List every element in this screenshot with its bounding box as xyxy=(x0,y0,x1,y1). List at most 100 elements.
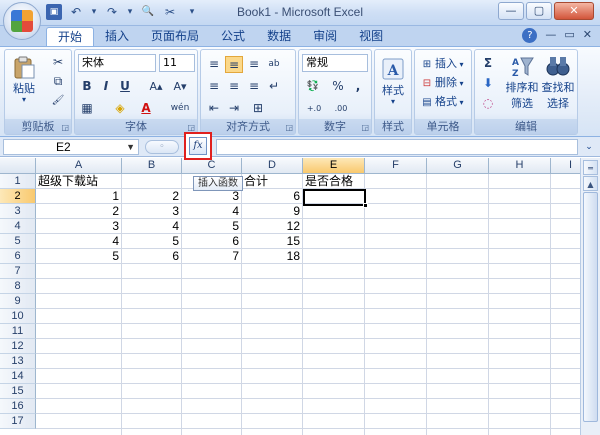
grow-font-button[interactable]: A▴ xyxy=(145,78,167,95)
cell-e3-total[interactable]: 9 xyxy=(242,204,302,219)
autosum-icon[interactable]: Σ xyxy=(479,55,497,72)
column-header-e[interactable]: E xyxy=(303,158,365,174)
styles-button[interactable]: A 样式 ▾ xyxy=(378,56,408,106)
office-button[interactable] xyxy=(3,2,41,40)
column-header-c[interactable]: C xyxy=(182,158,242,174)
row-header-1[interactable]: 1 xyxy=(0,174,36,189)
percent-button[interactable]: % xyxy=(329,78,347,95)
bold-button[interactable]: B xyxy=(78,78,96,95)
restore-workbook-button[interactable]: ▭ xyxy=(564,28,574,43)
scroll-up-icon[interactable]: ▲ xyxy=(583,176,598,191)
decrease-indent-button[interactable]: ⇤ xyxy=(205,100,223,117)
cell-d5[interactable]: 6 xyxy=(182,234,241,249)
minimize-workbook-button[interactable]: — xyxy=(545,28,556,43)
sort-filter-button[interactable]: A Z 排序和 筛选 xyxy=(505,53,539,111)
row-header-6[interactable]: 6 xyxy=(0,249,36,264)
format-cells-button[interactable]: ▤ 格式 ▾ xyxy=(419,93,463,111)
cell-b5[interactable]: 4 xyxy=(36,234,121,249)
italic-button[interactable]: I xyxy=(97,78,115,95)
cell-e6-total[interactable]: 18 xyxy=(242,249,302,264)
column-header-h[interactable]: H xyxy=(489,158,551,174)
alignment-dialog-launcher-icon[interactable]: ◲ xyxy=(285,123,293,132)
cell-c6[interactable]: 6 xyxy=(122,249,181,264)
border-icon[interactable]: ▦ xyxy=(78,100,96,117)
insert-function-button[interactable]: fx xyxy=(184,132,212,160)
increase-decimal-button[interactable]: +.0 xyxy=(302,100,326,117)
cut-icon[interactable]: ✂ xyxy=(49,54,67,71)
font-size-dropdown[interactable]: 11 xyxy=(159,54,195,72)
column-header-g[interactable]: G xyxy=(427,158,489,174)
font-dialog-launcher-icon[interactable]: ◲ xyxy=(187,123,195,132)
cell-e2-total[interactable]: 6 xyxy=(242,189,302,204)
insert-cells-button[interactable]: ⊞ 插入 ▾ xyxy=(419,55,464,73)
merge-center-button[interactable]: ⊞ xyxy=(249,100,267,117)
column-header-i[interactable]: I xyxy=(551,158,580,174)
formula-input[interactable] xyxy=(216,139,578,155)
column-header-f[interactable]: F xyxy=(365,158,427,174)
restore-window-button[interactable]: ▢ xyxy=(526,2,552,20)
cell-c2[interactable]: 2 xyxy=(122,189,181,204)
underline-button[interactable]: U xyxy=(116,78,134,95)
row-header-14[interactable]: 14 xyxy=(0,369,36,384)
tab-view[interactable]: 视图 xyxy=(348,27,394,46)
font-color-icon[interactable]: A xyxy=(137,100,155,117)
align-top-button[interactable]: ≡ xyxy=(205,56,223,73)
cell-d6[interactable]: 7 xyxy=(182,249,241,264)
scroll-split-icon[interactable]: ═ xyxy=(583,160,598,175)
align-bottom-button[interactable]: ≡ xyxy=(245,56,263,73)
tab-data[interactable]: 数据 xyxy=(256,27,302,46)
tab-insert[interactable]: 插入 xyxy=(94,27,140,46)
delete-cells-button[interactable]: ⊟ 删除 ▾ xyxy=(419,74,464,92)
row-header-13[interactable]: 13 xyxy=(0,354,36,369)
close-window-button[interactable]: ✕ xyxy=(554,2,594,20)
help-icon[interactable]: ? xyxy=(522,28,538,43)
cell-b6[interactable]: 5 xyxy=(36,249,121,264)
name-box[interactable]: E2 ▼ xyxy=(3,139,139,155)
row-header-10[interactable]: 10 xyxy=(0,309,36,324)
cell-e4-total[interactable]: 12 xyxy=(242,219,302,234)
align-middle-button[interactable]: ≡ xyxy=(225,56,243,73)
paste-button[interactable]: 粘贴 ▾ xyxy=(9,54,39,104)
tab-home[interactable]: 开始 xyxy=(46,27,95,47)
column-header-a[interactable]: A xyxy=(36,158,122,174)
cell-e5-total[interactable]: 15 xyxy=(242,234,302,249)
format-painter-icon[interactable]: 🖌 xyxy=(49,92,67,109)
cell-c4[interactable]: 4 xyxy=(122,219,181,234)
row-header-5[interactable]: 5 xyxy=(0,234,36,249)
increase-indent-button[interactable]: ⇥ xyxy=(225,100,243,117)
number-dialog-launcher-icon[interactable]: ◲ xyxy=(361,123,369,132)
row-header-12[interactable]: 12 xyxy=(0,339,36,354)
fill-handle[interactable] xyxy=(363,203,368,208)
cell-c3[interactable]: 3 xyxy=(122,204,181,219)
fill-icon[interactable]: ⬇ xyxy=(479,75,497,92)
formula-bar-splitter[interactable]: ◦ xyxy=(145,140,179,154)
number-format-dropdown[interactable]: 常规 xyxy=(302,54,368,72)
column-header-d[interactable]: D xyxy=(242,158,303,174)
currency-icon[interactable]: 💱 xyxy=(302,78,324,95)
select-all-button[interactable] xyxy=(0,158,36,174)
expand-formula-bar-icon[interactable]: ⌄ xyxy=(582,139,596,155)
orientation-button[interactable]: ab xyxy=(265,56,283,73)
fill-color-icon[interactable]: ◈ xyxy=(111,100,129,117)
cell-c5[interactable]: 5 xyxy=(122,234,181,249)
worksheet-grid[interactable]: A B C D E F G H I 1 2 3 4 5 6 7 8 9 10 1… xyxy=(0,158,580,435)
cell-b2[interactable]: 1 xyxy=(36,189,121,204)
find-select-button[interactable]: 查找和 选择 xyxy=(541,53,575,111)
column-header-b[interactable]: B xyxy=(122,158,182,174)
row-header-8[interactable]: 8 xyxy=(0,279,36,294)
clipboard-dialog-launcher-icon[interactable]: ◲ xyxy=(61,123,69,132)
row-header-11[interactable]: 11 xyxy=(0,324,36,339)
active-cell-e2[interactable] xyxy=(303,189,366,206)
row-header-4[interactable]: 4 xyxy=(0,219,36,234)
cell-b3[interactable]: 2 xyxy=(36,204,121,219)
tab-review[interactable]: 审阅 xyxy=(302,27,348,46)
align-left-button[interactable]: ≡ xyxy=(205,78,223,95)
cell-d3[interactable]: 4 xyxy=(182,204,241,219)
row-header-3[interactable]: 3 xyxy=(0,204,36,219)
scroll-thumb[interactable] xyxy=(583,192,598,422)
shrink-font-button[interactable]: A▾ xyxy=(169,78,191,95)
wrap-text-button[interactable]: ↵ xyxy=(265,78,283,95)
cell-d2[interactable]: 3 xyxy=(182,189,241,204)
paste-dropdown-icon[interactable]: ▾ xyxy=(9,96,39,104)
cell-d4[interactable]: 5 xyxy=(182,219,241,234)
